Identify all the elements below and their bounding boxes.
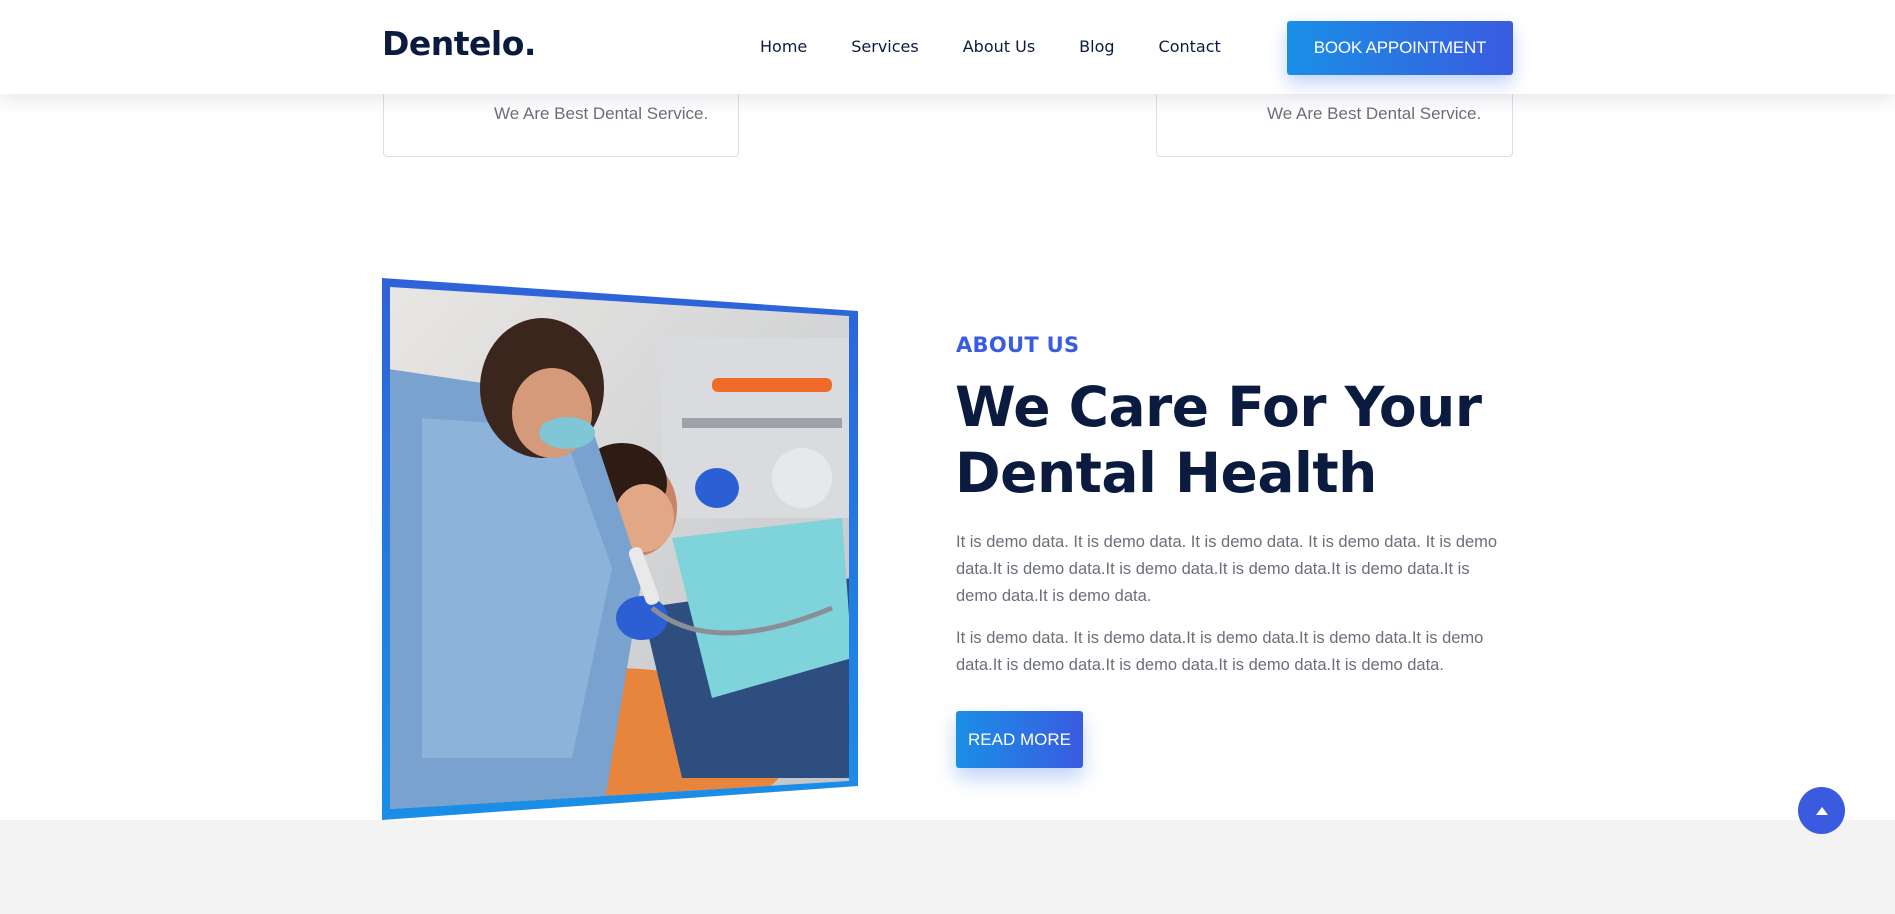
- about-paragraph-2: It is demo data. It is demo data.It is d…: [956, 629, 1484, 674]
- service-card-tagline: We Are Best Dental Service.: [1267, 104, 1482, 123]
- service-card-tagline: We Are Best Dental Service.: [494, 104, 709, 123]
- scroll-to-top-button[interactable]: [1798, 787, 1845, 834]
- main-nav: Home Services About Us Blog Contact: [760, 37, 1265, 56]
- about-heading-line-2: Dental Health: [955, 441, 1377, 505]
- nav-about-us[interactable]: About Us: [963, 37, 1035, 56]
- next-section-band: [0, 820, 1895, 914]
- nav-services[interactable]: Services: [851, 37, 918, 56]
- nav-blog[interactable]: Blog: [1079, 37, 1114, 56]
- site-logo[interactable]: Dentelo.: [382, 24, 536, 63]
- arrow-up-icon: [1815, 806, 1828, 815]
- nav-home[interactable]: Home: [760, 37, 807, 56]
- about-eyebrow: ABOUT US: [956, 333, 1080, 357]
- book-appointment-button[interactable]: BOOK APPOINTMENT: [1287, 21, 1513, 75]
- about-paragraph-1: It is demo data. It is demo data. It is …: [956, 533, 1498, 605]
- site-header: Dentelo. Home Services About Us Blog Con…: [0, 0, 1895, 94]
- about-heading-line-1: We Care For Your: [955, 375, 1482, 439]
- nav-contact[interactable]: Contact: [1159, 37, 1221, 56]
- about-image: [382, 278, 858, 820]
- dentist-photo: [382, 278, 858, 820]
- about-heading: We Care For Your Dental Health: [955, 374, 1515, 506]
- read-more-button[interactable]: READ MORE: [956, 711, 1083, 768]
